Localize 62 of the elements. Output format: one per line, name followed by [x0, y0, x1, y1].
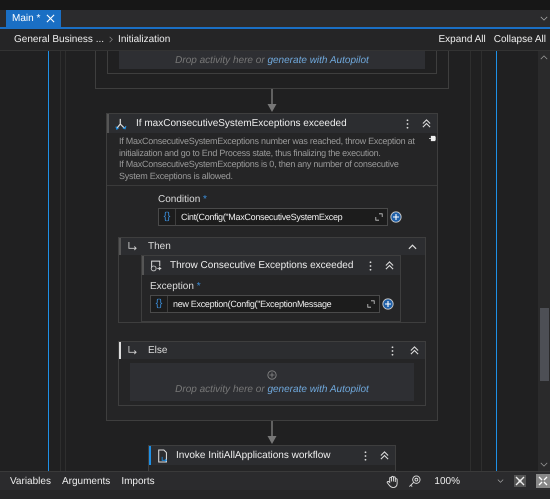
toolbar-link[interactable]: Expand All: [438, 34, 486, 45]
drop-zone[interactable]: Drop activity here or generate with Autopilot: [119, 51, 425, 69]
search-icon[interactable]: [408, 474, 422, 488]
chevron-icon: [109, 36, 114, 43]
panel-tab[interactable]: Arguments: [62, 476, 110, 486]
close-icon[interactable]: [46, 14, 56, 23]
activity-title: If maxConsecutiveSystemExceptions exceeded: [136, 118, 348, 129]
toolbar-link[interactable]: Collapse All: [494, 34, 546, 45]
panel-tab[interactable]: Imports: [121, 476, 155, 486]
breadcrumb-item[interactable]: General Business ...: [14, 34, 104, 45]
scrollbar[interactable]: [538, 51, 550, 471]
invoke-activity-card[interactable]: Invoke InitiAllApplications workflow: [148, 445, 396, 471]
throw-activity-card[interactable]: Throw Consecutive Exceptions exceeded Exception * {} new Exception(Config("ExceptionMessage: [141, 255, 401, 322]
pin-icon[interactable]: [429, 135, 438, 142]
annotation-text: If MaxConsecutiveSystemExceptions is 0, then any number of consecutive System Exceptions is allowed.: [119, 159, 400, 182]
expression-field[interactable]: {} new Exception(Config("ExceptionMessage: [150, 295, 380, 313]
caret-icon[interactable]: [540, 16, 548, 21]
collapse-icon[interactable]: [385, 261, 394, 270]
add-icon[interactable]: [390, 211, 402, 223]
branch-arrow-icon: [127, 346, 138, 355]
field-label: Exception *: [150, 281, 202, 292]
branch-label: Else: [148, 345, 168, 356]
annotation-text: If MaxConsecutiveSystemExceptions number was reached, throw Exception at initialization and go to End Process state, thus finalizing the execution.: [119, 136, 416, 159]
collapse-icon[interactable]: [408, 244, 417, 250]
collapse-icon[interactable]: [422, 119, 431, 128]
autopilot-link[interactable]: generate with Autopilot: [267, 384, 369, 394]
collapse-icon[interactable]: [380, 451, 389, 460]
collapse-icon[interactable]: [410, 346, 419, 355]
scroll-down-icon[interactable]: [540, 462, 548, 467]
document-tab[interactable]: Main *: [6, 10, 62, 27]
expression-field[interactable]: {} Cint(Config("MaxConsecutiveSystemExcep: [158, 208, 388, 226]
expand-icon[interactable]: [367, 300, 375, 308]
zoom-level[interactable]: 100%: [434, 476, 460, 486]
more-icon[interactable]: [364, 450, 367, 462]
branch-label: Then: [148, 241, 172, 252]
breadcrumb-item[interactable]: Initialization: [118, 34, 170, 45]
activity-title: Throw Consecutive Exceptions exceeded: [170, 260, 354, 271]
scroll-up-icon[interactable]: [540, 55, 548, 60]
drop-zone[interactable]: Drop activity here or generate with Autopilot: [130, 363, 414, 401]
fit-screen-icon[interactable]: [513, 474, 527, 488]
more-icon[interactable]: [406, 118, 409, 130]
document-icon: [157, 448, 169, 462]
more-icon[interactable]: [391, 344, 394, 356]
autopilot-link[interactable]: generate with Autopilot: [267, 54, 369, 66]
activity-title: Invoke InitiAllApplications workflow: [176, 450, 332, 461]
hand-icon[interactable]: [386, 474, 400, 488]
connector-arrow: [267, 89, 277, 113]
branch-icon: [115, 118, 129, 130]
if-activity-card[interactable]: [106, 113, 438, 421]
full-screen-icon[interactable]: [536, 474, 550, 488]
add-icon[interactable]: [382, 298, 394, 310]
field-label: Condition *: [158, 194, 208, 205]
drop-hint: Drop activity here or generate with Autopilot: [175, 384, 369, 394]
scroll-thumb[interactable]: [540, 308, 549, 381]
drop-hint: Drop activity here or generate with Autopilot: [175, 54, 369, 66]
caret-icon[interactable]: [497, 479, 504, 483]
more-icon[interactable]: [369, 260, 372, 272]
expand-icon[interactable]: [375, 213, 383, 221]
branch-arrow-icon: [127, 242, 138, 251]
throw-icon: [150, 260, 163, 272]
connector-arrow: [267, 421, 277, 445]
panel-tab[interactable]: Variables: [10, 476, 51, 486]
